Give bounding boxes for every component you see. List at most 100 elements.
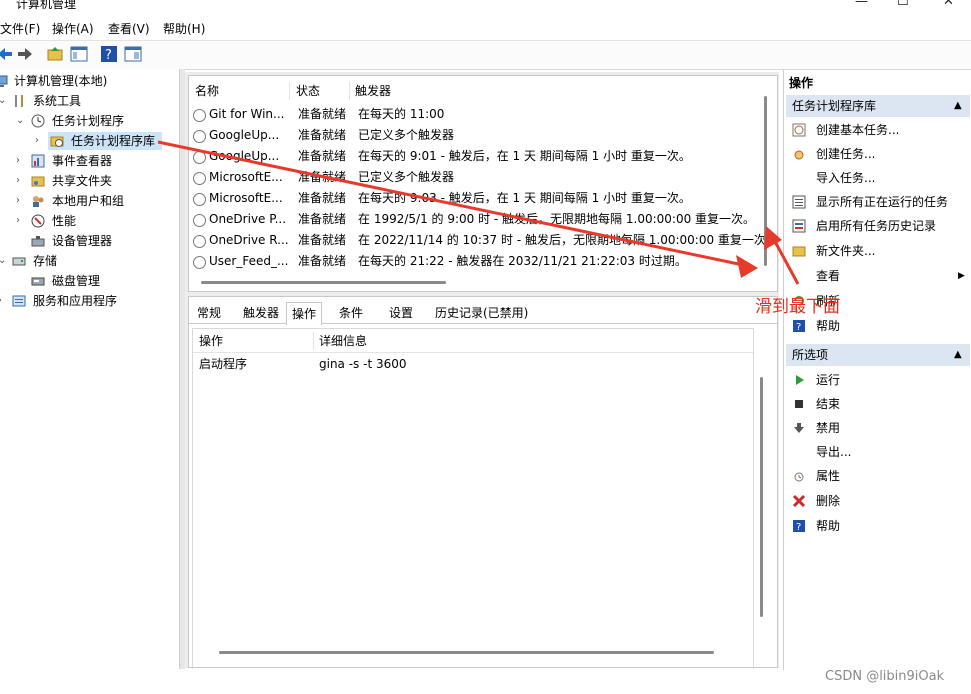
back-icon[interactable] — [0, 45, 14, 63]
task-clock-icon — [193, 193, 206, 206]
expand-chevron-icon[interactable]: › — [16, 151, 28, 171]
menu-help[interactable]: 帮助(H) — [163, 20, 205, 37]
table-row[interactable]: 启动程序 gina -s -t 3600 — [193, 354, 753, 374]
submenu-arrow-icon: ▶ — [958, 271, 965, 281]
task-clock-icon — [193, 256, 206, 269]
task-status: 准备就绪 — [298, 191, 347, 205]
window-title: 计算机管理 — [16, 0, 77, 11]
action-enable-history[interactable]: 启用所有任务历史记录 — [786, 214, 970, 238]
column-header-trigger[interactable]: 触发器 — [355, 80, 391, 102]
svg-text:?: ? — [796, 522, 801, 533]
table-row[interactable]: MicrosoftE... 准备就绪 已定义多个触发器 — [193, 167, 763, 188]
action-label: 禁用 — [816, 421, 841, 435]
tree-label: 设备管理器 — [52, 234, 113, 248]
task-trigger: 已定义多个触发器 — [358, 170, 455, 184]
tab-settings[interactable]: 设置 — [389, 302, 413, 324]
action-create-basic-task[interactable]: 创建基本任务... — [786, 118, 970, 142]
action-label: 导出... — [816, 445, 852, 459]
show-tree-icon[interactable] — [70, 45, 88, 63]
table-row[interactable]: User_Feed_... 准备就绪 在每天的 21:22 - 触发器在 2032/… — [193, 251, 763, 272]
minimize-button[interactable]: — — [855, 0, 868, 9]
table-row[interactable]: MicrosoftE... 准备就绪 在每天的 9:03 - 触发后，在 1 天 期… — [193, 188, 763, 209]
collapse-arrow-icon[interactable]: ▲ — [954, 95, 962, 117]
expand-chevron-icon[interactable]: ⌄ — [0, 251, 10, 271]
horizontal-scrollbar[interactable] — [201, 281, 446, 284]
action-view[interactable]: 查看 ▶ — [786, 264, 970, 288]
horizontal-scrollbar[interactable] — [219, 651, 714, 654]
section-header-library[interactable]: 任务计划程序库 ▲ — [786, 95, 970, 117]
action-help[interactable]: ? 帮助 — [786, 314, 970, 338]
clock-icon — [794, 150, 804, 160]
up-folder-icon[interactable] — [46, 45, 64, 63]
menu-view[interactable]: 查看(V) — [108, 20, 150, 37]
tree-item-task-scheduler-library[interactable]: › 任务计划程序库 — [0, 131, 162, 151]
table-row[interactable]: GoogleUp... 准备就绪 在每天的 9:01 - 触发后，在 1 天 期间每… — [193, 146, 763, 167]
column-divider[interactable] — [349, 82, 350, 100]
column-header-status[interactable]: 状态 — [296, 80, 320, 102]
expand-chevron-icon[interactable]: › — [16, 191, 28, 211]
performance-icon — [31, 214, 45, 228]
column-divider[interactable] — [289, 82, 290, 100]
column-header-action[interactable]: 操作 — [199, 332, 223, 350]
column-divider[interactable] — [313, 332, 314, 350]
collapse-arrow-icon[interactable]: ▲ — [954, 344, 962, 366]
task-name: GoogleUp... — [209, 149, 280, 163]
tab-actions[interactable]: 操作 — [286, 302, 323, 325]
action-properties[interactable]: 属性 — [786, 464, 970, 488]
vertical-scrollbar[interactable] — [764, 96, 767, 266]
expand-chevron-icon[interactable]: › — [0, 291, 10, 311]
table-row[interactable]: Git for Win... 准备就绪 在每天的 11:00 — [193, 104, 763, 125]
task-clock-icon — [193, 151, 206, 164]
expand-chevron-icon[interactable]: › — [16, 211, 28, 231]
action-label: 新文件夹... — [816, 244, 876, 258]
expand-chevron-icon[interactable]: › — [16, 171, 28, 191]
expand-chevron-icon[interactable]: › — [35, 131, 47, 151]
task-clock-icon — [193, 130, 206, 143]
column-header-detail[interactable]: 详细信息 — [319, 332, 367, 350]
list-icon — [792, 195, 806, 209]
action-run[interactable]: 运行 — [786, 368, 970, 392]
table-row[interactable]: OneDrive P... 准备就绪在 1992/5/1 的 9:00 时 - 触… — [193, 209, 763, 230]
menu-file[interactable]: 文件(F) — [0, 20, 40, 37]
task-trigger: 在每天的 11:00 — [358, 107, 445, 121]
vertical-scrollbar[interactable] — [760, 377, 763, 617]
action-delete[interactable]: 删除 — [786, 489, 970, 513]
tab-general[interactable]: 常规 — [197, 302, 221, 324]
expand-chevron-icon[interactable]: ⌄ — [16, 111, 28, 131]
action-import-task[interactable]: 导入任务... — [786, 166, 970, 190]
disable-icon — [794, 423, 804, 433]
column-header-name[interactable]: 名称 — [195, 80, 219, 102]
close-button[interactable]: ✕ — [943, 0, 954, 9]
action-show-running[interactable]: 显示所有正在运行的任务 — [786, 190, 970, 214]
action-create-task[interactable]: 创建任务... — [786, 142, 970, 166]
users-icon — [33, 196, 44, 207]
menu-action[interactable]: 操作(A) — [52, 20, 94, 37]
help-icon[interactable]: ? — [100, 45, 118, 63]
task-name: GoogleUp... — [209, 128, 280, 142]
section-header-selected[interactable]: 所选项 ▲ — [786, 344, 970, 366]
svg-text:?: ? — [105, 48, 112, 63]
services-icon — [12, 295, 26, 307]
action-new-folder[interactable]: 新文件夹... — [786, 239, 970, 263]
tab-triggers[interactable]: 触发器 — [243, 302, 279, 324]
maximize-button[interactable]: ☐ — [897, 0, 909, 9]
table-row[interactable]: OneDrive R... 准备就绪在 2022/11/14 的 10:37 时 … — [193, 230, 778, 251]
action-end[interactable]: 结束 — [786, 392, 970, 416]
stop-icon — [795, 400, 803, 408]
table-row[interactable]: GoogleUp... 准备就绪 已定义多个触发器 — [193, 125, 763, 146]
task-status: 准备就绪 — [298, 212, 347, 226]
show-action-pane-icon[interactable] — [124, 45, 142, 63]
action-export[interactable]: 导出... — [786, 440, 970, 464]
forward-icon[interactable] — [16, 45, 34, 63]
title-bar: 计算机管理 — ☐ ✕ — [0, 0, 971, 14]
tab-history[interactable]: 历史记录(已禁用) — [435, 302, 528, 324]
expand-chevron-icon[interactable]: ⌄ — [0, 91, 10, 111]
tab-conditions[interactable]: 条件 — [339, 302, 363, 324]
task-trigger: 在每天的 9:03 - 触发后，在 1 天 期间每隔 1 小时 重复一次。 — [358, 191, 691, 205]
annotation-note: 滑到最下面 — [755, 297, 840, 317]
toolbar: ? — [0, 40, 971, 70]
task-trigger: 在 2022/11/14 的 10:37 时 - 触发后，无限期地每隔 1.00… — [358, 233, 778, 247]
action-disable[interactable]: 禁用 — [786, 416, 970, 440]
action-help-selected[interactable]: ? 帮助 — [786, 514, 970, 538]
event-viewer-icon — [31, 154, 45, 168]
